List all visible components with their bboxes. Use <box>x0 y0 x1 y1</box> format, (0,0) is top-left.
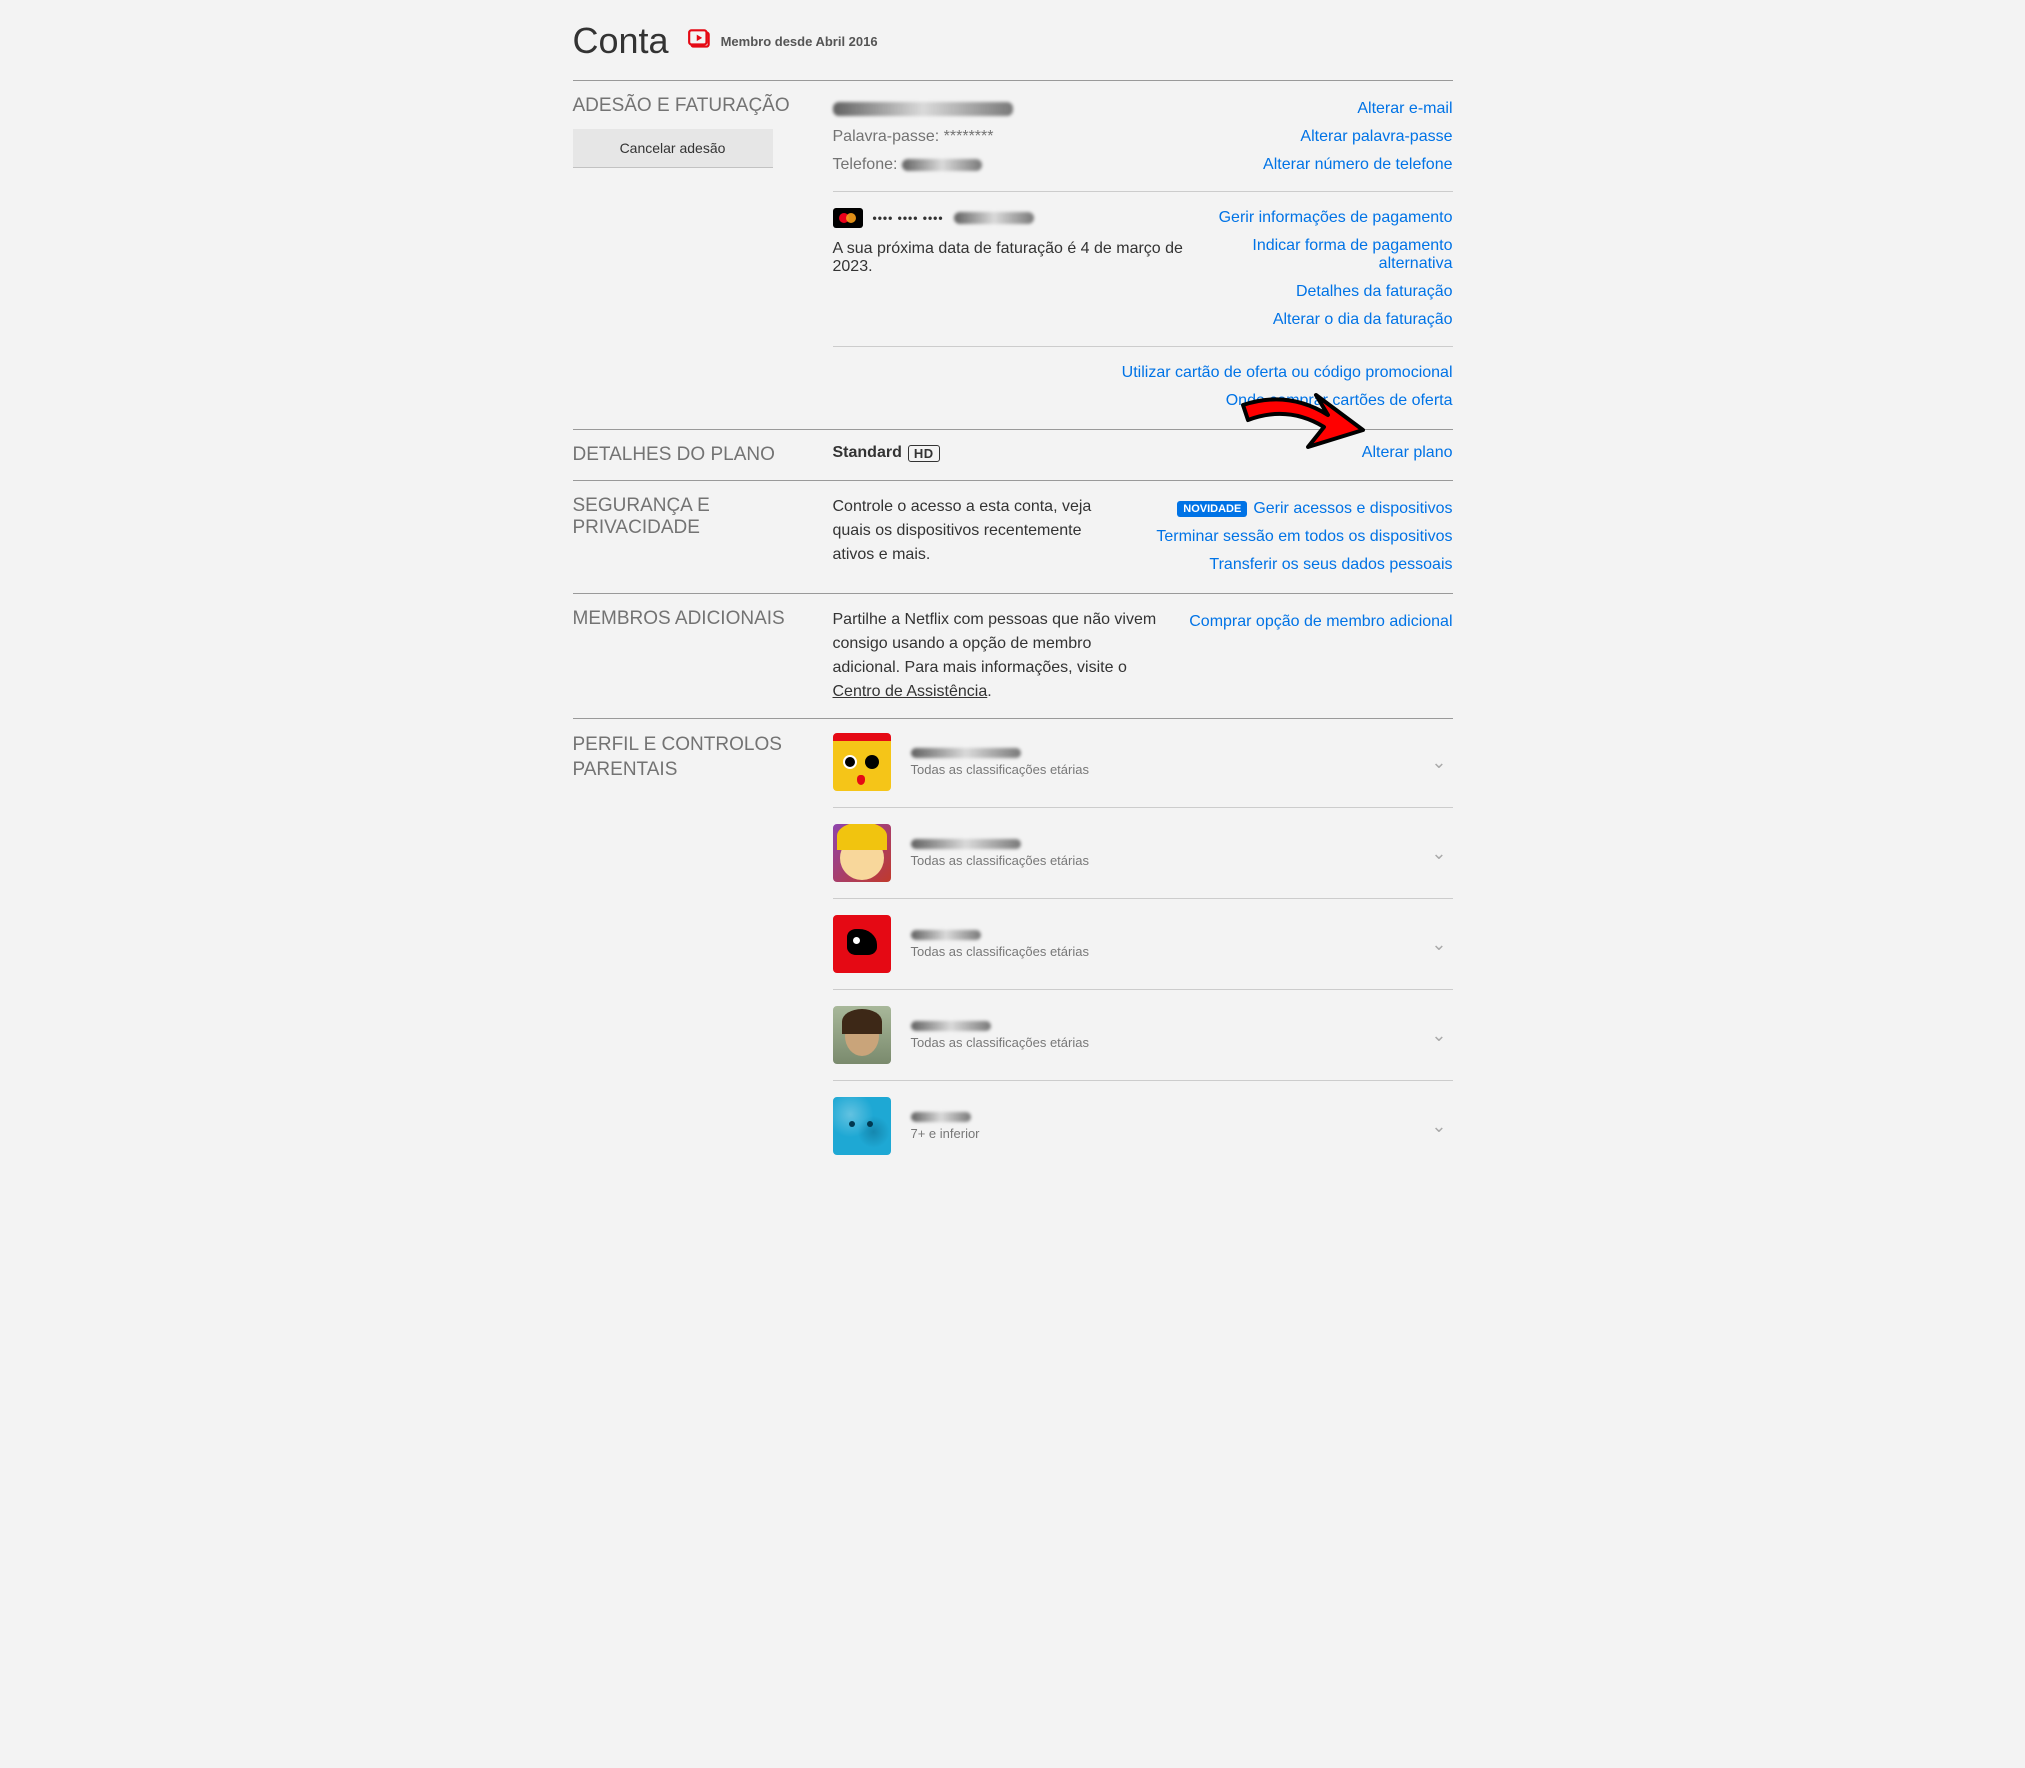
profile-rating: Todas as classificações etárias <box>911 944 1412 959</box>
profile-name <box>911 1112 1412 1122</box>
change-plan-link[interactable]: Alterar plano <box>1362 444 1453 462</box>
section-extra-members: MEMBROS ADICIONAIS Partilhe a Netflix co… <box>573 594 1453 718</box>
chevron-down-icon: ⌄ <box>1431 1025 1446 1046</box>
password-row: Palavra-passe: ******** <box>833 123 1234 151</box>
profile-row[interactable]: Todas as classificações etárias ⌄ <box>833 898 1453 989</box>
cancel-membership-button[interactable]: Cancelar adesão <box>573 129 773 167</box>
section-profiles: PERFIL E CONTROLOS PARENTAIS Todas as cl… <box>573 719 1453 1185</box>
change-billing-day-link[interactable]: Alterar o dia da faturação <box>1219 306 1453 334</box>
page-title: Conta <box>573 20 669 62</box>
chevron-down-icon: ⌄ <box>1431 843 1446 864</box>
section-membership-label: ADESÃO E FATURAÇÃO <box>573 95 790 116</box>
alt-payment-link[interactable]: Indicar forma de pagamento alternativa <box>1233 232 1453 278</box>
change-phone-link[interactable]: Alterar número de telefone <box>1263 151 1452 179</box>
novidade-badge: NOVIDADE <box>1177 501 1247 517</box>
mastercard-icon <box>833 208 863 228</box>
email-value <box>833 95 1234 123</box>
billing-details-link[interactable]: Detalhes da faturação <box>1219 278 1453 306</box>
page-header: Conta Membro desde Abril 2016 <box>573 20 1453 80</box>
avatar <box>833 1006 891 1064</box>
section-profiles-label: PERFIL E CONTROLOS PARENTAIS <box>573 733 833 1171</box>
profile-rating: 7+ e inferior <box>911 1126 1412 1141</box>
section-extra-members-label: MEMBROS ADICIONAIS <box>573 608 833 704</box>
card-last-digits <box>954 212 1034 224</box>
plan-name-text: Standard <box>833 444 902 462</box>
profile-row[interactable]: Todas as classificações etárias ⌄ <box>833 989 1453 1080</box>
change-email-link[interactable]: Alterar e-mail <box>1263 95 1452 123</box>
chevron-down-icon: ⌄ <box>1431 752 1446 773</box>
section-security-label: SEGURANÇA E PRIVACIDADE <box>573 495 833 579</box>
where-buy-gift-link[interactable]: Onde comprar cartões de oferta <box>1122 387 1453 415</box>
buy-extra-member-link[interactable]: Comprar opção de membro adicional <box>1189 608 1452 636</box>
member-since-badge: Membro desde Abril 2016 <box>687 26 878 57</box>
extra-members-description: Partilhe a Netflix com pessoas que não v… <box>833 608 1160 704</box>
manage-access-link[interactable]: Gerir acessos e dispositivos <box>1253 500 1452 518</box>
avatar <box>833 824 891 882</box>
payment-card-row: •••• •••• •••• <box>833 204 1189 232</box>
profile-row[interactable]: Todas as classificações etárias ⌄ <box>833 733 1453 807</box>
signout-all-link[interactable]: Terminar sessão em todos os dispositivos <box>1156 523 1452 551</box>
section-security: SEGURANÇA E PRIVACIDADE Controle o acess… <box>573 481 1453 593</box>
hd-badge: HD <box>908 445 940 462</box>
member-since-icon <box>687 26 713 57</box>
chevron-down-icon: ⌄ <box>1431 1116 1446 1137</box>
chevron-down-icon: ⌄ <box>1431 934 1446 955</box>
profile-name <box>911 1021 1412 1031</box>
password-label: Palavra-passe: <box>833 128 944 145</box>
profile-row[interactable]: 7+ e inferior ⌄ <box>833 1080 1453 1171</box>
member-since-text: Membro desde Abril 2016 <box>721 34 878 49</box>
help-center-link[interactable]: Centro de Assistência <box>833 683 988 700</box>
extra-members-desc-prefix: Partilhe a Netflix com pessoas que não v… <box>833 611 1157 676</box>
security-description: Controle o acesso a esta conta, veja qua… <box>833 495 1127 567</box>
section-plan: DETALHES DO PLANO Standard HD Alterar pl… <box>573 430 1453 480</box>
profile-row[interactable]: Todas as classificações etárias ⌄ <box>833 807 1453 898</box>
phone-row: Telefone: <box>833 151 1234 179</box>
next-billing-text: A sua próxima data de faturação é 4 de m… <box>833 232 1189 284</box>
profile-name <box>911 930 1412 940</box>
avatar <box>833 1097 891 1155</box>
avatar <box>833 915 891 973</box>
manage-payment-link[interactable]: Gerir informações de pagamento <box>1219 204 1453 232</box>
plan-name: Standard HD <box>833 444 940 462</box>
phone-value <box>902 159 982 171</box>
profile-rating: Todas as classificações etárias <box>911 1035 1412 1050</box>
profile-name <box>911 748 1412 758</box>
phone-label: Telefone: <box>833 156 902 173</box>
card-masked-digits: •••• •••• •••• <box>873 211 944 225</box>
profile-rating: Todas as classificações etárias <box>911 853 1412 868</box>
transfer-data-link[interactable]: Transferir os seus dados pessoais <box>1156 551 1452 579</box>
extra-members-desc-suffix: . <box>987 683 991 700</box>
profile-name <box>911 839 1412 849</box>
redeem-gift-link[interactable]: Utilizar cartão de oferta ou código prom… <box>1122 359 1453 387</box>
change-password-link[interactable]: Alterar palavra-passe <box>1263 123 1452 151</box>
avatar <box>833 733 891 791</box>
password-value: ******** <box>944 128 994 145</box>
section-plan-label: DETALHES DO PLANO <box>573 444 833 466</box>
profile-rating: Todas as classificações etárias <box>911 762 1412 777</box>
section-membership: ADESÃO E FATURAÇÃO Cancelar adesão Palav… <box>573 81 1453 429</box>
